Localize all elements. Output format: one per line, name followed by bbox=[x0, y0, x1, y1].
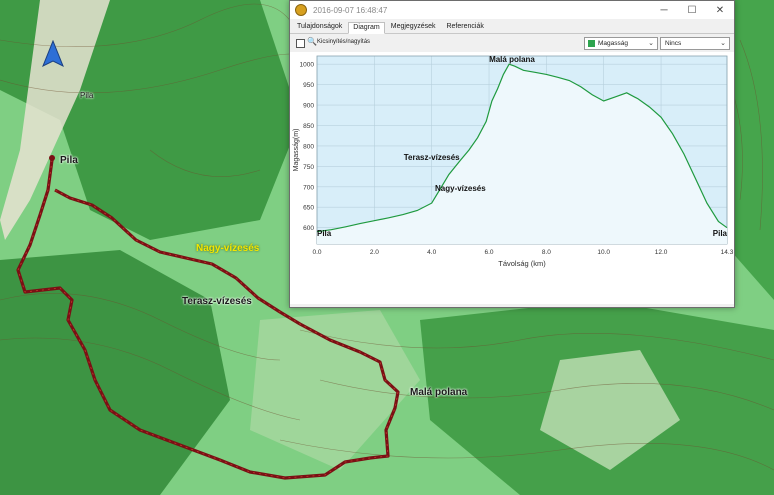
north-arrow-icon[interactable] bbox=[41, 40, 65, 68]
garmin-app-icon bbox=[295, 4, 307, 16]
chart-annotation: Nagy-vízesés bbox=[435, 184, 486, 193]
magnifier-icon: 🔍 bbox=[307, 37, 317, 46]
chevron-down-icon: ⌄ bbox=[720, 40, 726, 47]
y-axis-label: Magasság(m) bbox=[293, 129, 300, 172]
tab-notes[interactable]: Megjegyzések bbox=[386, 21, 441, 33]
x-axis-label: Távolság (km) bbox=[498, 259, 546, 268]
x-tick-label: 8.0 bbox=[542, 249, 551, 256]
chart-annotation: Malá polana bbox=[489, 55, 535, 64]
zoom-label: Kicsinyítés/nagyítás bbox=[317, 39, 371, 45]
window-title: 2016-09-07 16:48:47 bbox=[313, 5, 388, 15]
tab-references[interactable]: Referenciák bbox=[441, 21, 488, 33]
x-tick-label: 10.0 bbox=[597, 249, 610, 256]
tab-bar: Tulajdonságok Diagram Megjegyzések Refer… bbox=[290, 19, 734, 34]
y-axis-select[interactable]: Magasság ⌄ bbox=[584, 37, 658, 50]
y-tick-label: 1000 bbox=[300, 62, 315, 69]
x-axis-select[interactable]: Nincs ⌄ bbox=[660, 37, 730, 50]
x-axis-select-value: Nincs bbox=[665, 40, 682, 47]
elevation-chart[interactable]: 600 650 700 750 800 850 900 950 1000 0.0 2.0 4.0 6.… bbox=[290, 52, 734, 304]
elevation-window[interactable]: 2016-09-07 16:48:47 ─ ☐ ✕ Tulajdonságok … bbox=[289, 0, 735, 308]
x-tick-label: 4.0 bbox=[427, 249, 436, 256]
y-tick-label: 650 bbox=[303, 205, 314, 212]
y-axis-select-value: Magasság bbox=[598, 40, 628, 47]
tab-diagram[interactable]: Diagram bbox=[348, 22, 385, 34]
map-label-pila-top: Pila bbox=[80, 91, 94, 100]
close-button[interactable]: ✕ bbox=[706, 1, 734, 19]
y-tick-label: 900 bbox=[303, 103, 314, 110]
x-tick-label: 12.0 bbox=[655, 249, 668, 256]
x-tick-label: 14.3 bbox=[721, 249, 734, 256]
maximize-button[interactable]: ☐ bbox=[678, 1, 706, 19]
minimize-button[interactable]: ─ bbox=[650, 1, 678, 19]
y-tick-label: 750 bbox=[303, 164, 314, 171]
y-tick-label: 950 bbox=[303, 82, 314, 89]
tab-properties[interactable]: Tulajdonságok bbox=[292, 21, 347, 33]
chart-annotation: Terasz-vízesés bbox=[404, 153, 460, 162]
chart-annotation: Pila bbox=[713, 229, 728, 238]
x-tick-label: 0.0 bbox=[312, 249, 321, 256]
map-label-pila-start: Pila bbox=[60, 155, 78, 166]
title-bar[interactable]: 2016-09-07 16:48:47 ─ ☐ ✕ bbox=[290, 1, 734, 19]
chevron-down-icon: ⌄ bbox=[648, 40, 654, 47]
chart-toolbar: 🔍 Kicsinyítés/nagyítás Magasság ⌄ Nincs … bbox=[290, 34, 734, 52]
map-label-terasz-vizeses: Terasz-vízesés bbox=[182, 296, 252, 307]
y-tick-label: 850 bbox=[303, 123, 314, 130]
map-label-mala-polana: Malá polana bbox=[410, 387, 468, 398]
y-tick-label: 800 bbox=[303, 143, 314, 150]
series-color-swatch bbox=[588, 40, 595, 47]
y-tick-label: 700 bbox=[303, 184, 314, 191]
x-tick-label: 6.0 bbox=[485, 249, 494, 256]
zoom-checkbox[interactable] bbox=[296, 39, 305, 48]
map-label-nagy-vizeses: Nagy-vízesés bbox=[196, 243, 260, 254]
chart-annotation: Pila bbox=[317, 229, 332, 238]
x-tick-label: 2.0 bbox=[370, 249, 379, 256]
y-tick-label: 600 bbox=[303, 225, 314, 232]
